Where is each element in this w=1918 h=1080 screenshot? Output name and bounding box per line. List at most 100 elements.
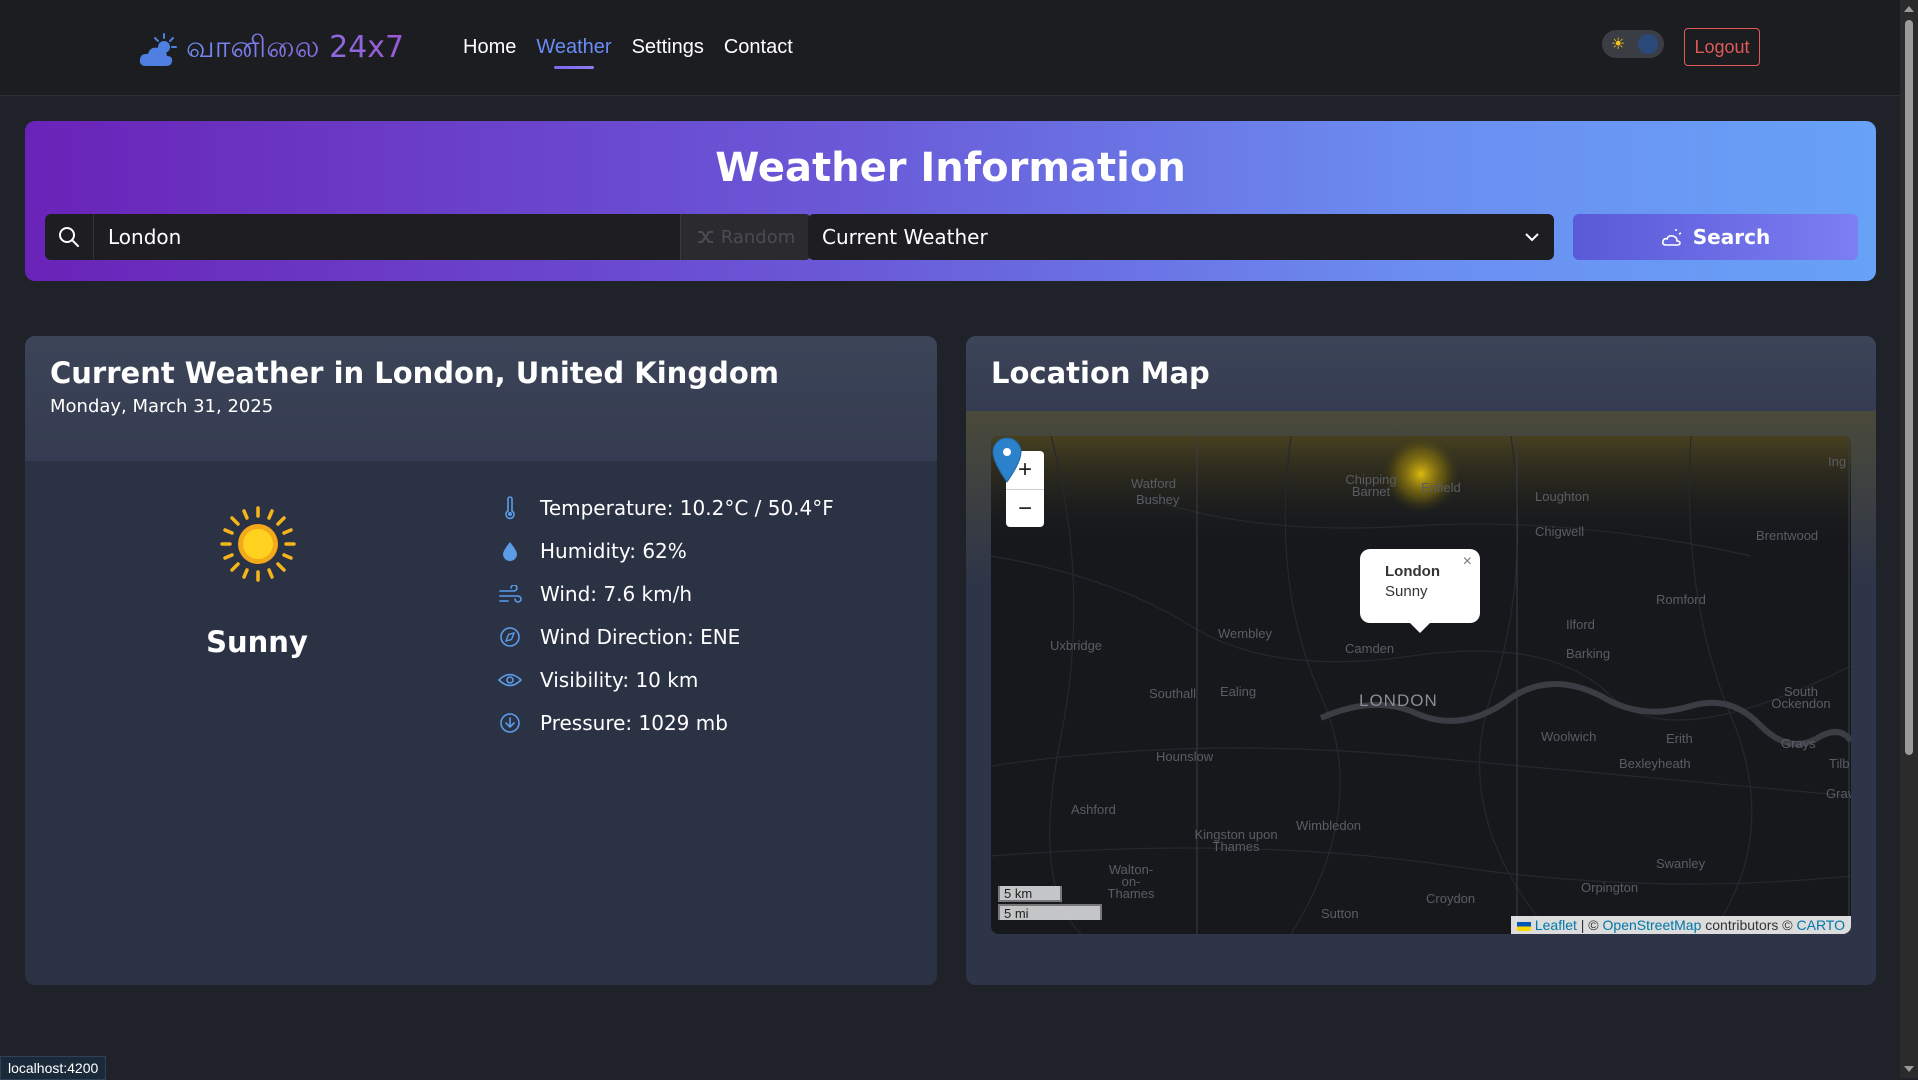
search-button[interactable]: Search — [1573, 214, 1858, 260]
weather-title: Current Weather in London, United Kingdo… — [50, 356, 779, 390]
nav-settings[interactable]: Settings — [632, 36, 704, 59]
navbar: வானிலை 24x7 Home Weather Settings Contac… — [0, 0, 1900, 96]
scroll-down-arrow[interactable] — [1904, 1066, 1914, 1072]
toggle-knob — [1638, 34, 1658, 54]
scroll-up-arrow[interactable] — [1904, 6, 1914, 12]
nav-weather[interactable]: Weather — [536, 36, 612, 69]
map-scale: 5 km 5 mi — [998, 886, 1102, 921]
map-label: Ashford — [1071, 802, 1116, 817]
browser-status-url: localhost:4200 — [0, 1056, 107, 1080]
temperature-text: Temperature: 10.2°C / 50.4°F — [540, 495, 834, 520]
search-icon — [45, 214, 94, 260]
map-label: Wembley — [1218, 626, 1272, 641]
map-label: Chigwell — [1535, 524, 1585, 539]
map-label: Grav — [1826, 786, 1851, 801]
detail-humidity: Humidity: 62% — [495, 529, 834, 572]
ukraine-flag-icon — [1516, 921, 1531, 931]
map-label: Orpington — [1581, 880, 1639, 895]
map-label: Loughton — [1535, 489, 1590, 504]
map-label: Hounslow — [1156, 749, 1214, 764]
map-label: Brentwood — [1756, 528, 1819, 543]
theme-toggle[interactable]: ☀ — [1602, 30, 1664, 58]
map-label: Uxbridge — [1050, 638, 1103, 653]
shuffle-icon — [697, 231, 713, 243]
map-label: Barking — [1566, 646, 1611, 661]
weather-condition: Sunny — [206, 625, 308, 659]
search-group: Random — [45, 214, 811, 260]
pressure-text: Pressure: 1029 mb — [540, 710, 728, 735]
weather-type-value: Current Weather — [822, 225, 988, 249]
weather-body: Sunny Temperature: 10.2°C / 50.4°F Humid… — [25, 461, 937, 985]
weather-date: Monday, March 31, 2025 — [50, 396, 274, 417]
map-label: Kingston upon Thames — [1194, 827, 1278, 854]
scroll-thumb[interactable] — [1905, 20, 1913, 755]
logout-button[interactable]: Logout — [1684, 28, 1760, 66]
search-hero: Weather Information Random Current Weath… — [25, 121, 1876, 281]
weather-card-header: Current Weather in London, United Kingdo… — [25, 336, 937, 461]
thermometer-icon — [495, 495, 525, 520]
map-label: Watford — [1131, 476, 1177, 491]
popup-condition: Sunny — [1385, 583, 1428, 600]
map-tiles — [991, 436, 1851, 934]
map-label: Bexleyheath — [1619, 756, 1691, 771]
eye-icon — [495, 668, 525, 692]
nav-home[interactable]: Home — [463, 36, 516, 59]
page-title: Weather Information — [715, 145, 1186, 191]
map-label: Ealing — [1220, 684, 1257, 699]
weather-type-select[interactable]: Current Weather — [808, 214, 1554, 260]
map-label: Ing — [1828, 454, 1847, 469]
popup-close-icon[interactable]: × — [1463, 553, 1472, 571]
map-label: Wimbledon — [1296, 818, 1362, 833]
weather-details: Temperature: 10.2°C / 50.4°F Humidity: 6… — [495, 486, 834, 744]
map-label-london: LONDON — [1359, 691, 1438, 710]
map-label: Romford — [1656, 592, 1706, 607]
cloud-sun-icon — [1661, 229, 1682, 246]
visibility-text: Visibility: 10 km — [540, 667, 699, 692]
compass-icon — [495, 625, 525, 649]
sun-icon — [220, 506, 296, 582]
zoom-out-button[interactable]: − — [1006, 489, 1044, 527]
cloud-sun-icon — [139, 32, 177, 66]
map-label: Swanley — [1656, 856, 1706, 871]
map-title: Location Map — [991, 356, 1210, 390]
map-label: Woolwich — [1541, 729, 1597, 744]
map-marker-icon[interactable] — [991, 436, 1023, 484]
brand[interactable]: வானிலை 24x7 — [138, 30, 404, 69]
map-label: Sutton — [1321, 906, 1359, 921]
random-city-button[interactable]: Random — [680, 214, 811, 260]
map-label: Southall — [1149, 686, 1196, 701]
map-label: Enfield — [1421, 480, 1461, 495]
random-label: Random — [720, 226, 796, 248]
current-weather-card: Current Weather in London, United Kingdo… — [25, 336, 937, 985]
brand-name: வானிலை 24x7 — [186, 30, 404, 69]
map-label: Erith — [1666, 731, 1693, 746]
nav-contact[interactable]: Contact — [724, 36, 793, 59]
detail-pressure: Pressure: 1029 mb — [495, 701, 834, 744]
map-label: Ilford — [1566, 617, 1595, 632]
osm-link[interactable]: OpenStreetMap — [1603, 917, 1702, 933]
map-card-header: Location Map — [966, 336, 1876, 411]
map-label: Tilb — [1829, 756, 1850, 771]
map-label: South Ockendon — [1771, 684, 1831, 711]
carto-link[interactable]: CARTO — [1797, 917, 1846, 933]
nav-links: Home Weather Settings Contact — [463, 36, 793, 69]
page-scrollbar[interactable] — [1900, 0, 1918, 1078]
wind-text: Wind: 7.6 km/h — [540, 581, 693, 606]
map-label: Chipping Barnet — [1345, 472, 1397, 499]
map-label: Bushey — [1136, 492, 1180, 507]
map-label: Croydon — [1426, 891, 1476, 906]
chevron-down-icon — [1525, 233, 1539, 242]
detail-wind-direction: Wind Direction: ENE — [495, 615, 834, 658]
leaflet-map[interactable]: Watford Bushey Chipping Barnet Enfield L… — [991, 436, 1851, 934]
leaflet-link[interactable]: Leaflet — [1535, 917, 1577, 933]
city-search-input[interactable] — [94, 214, 680, 260]
map-label: Walton-on-Thames — [1107, 862, 1155, 901]
wind-icon — [495, 582, 525, 606]
wind-direction-text: Wind Direction: ENE — [540, 624, 741, 649]
search-button-label: Search — [1692, 225, 1771, 249]
detail-temperature: Temperature: 10.2°C / 50.4°F — [495, 486, 834, 529]
scale-mi: 5 mi — [998, 904, 1102, 921]
map-label: Grays — [1781, 736, 1816, 751]
sun-icon: ☀ — [1611, 34, 1626, 53]
location-map-card: Location Map Watford Bushey Chipping Bar… — [966, 336, 1876, 985]
